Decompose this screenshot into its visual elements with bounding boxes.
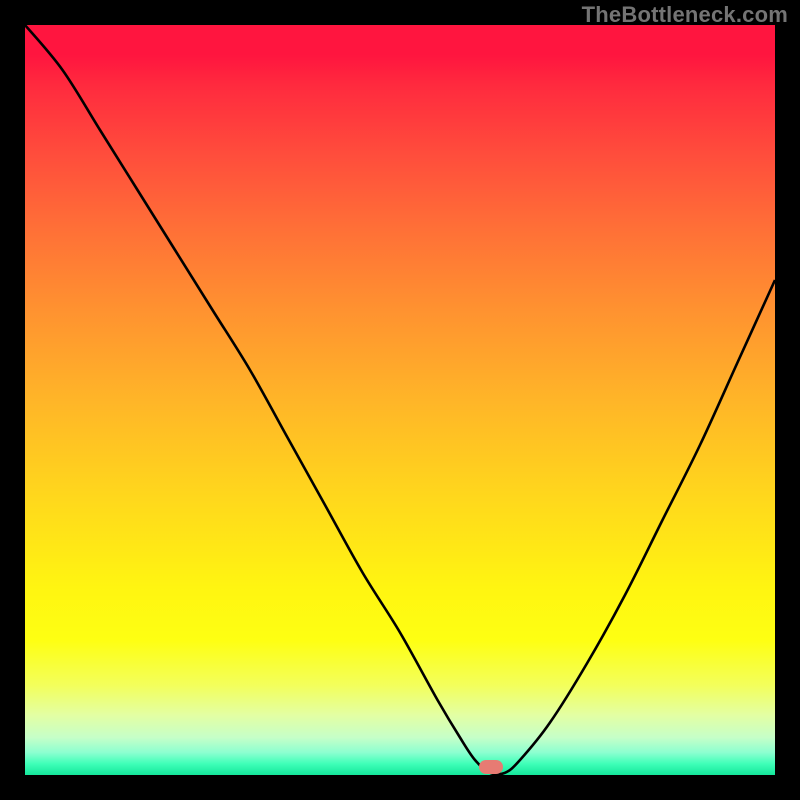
curve-path [25, 25, 775, 774]
bottleneck-curve [25, 25, 775, 775]
optimal-marker [479, 760, 503, 774]
outer-frame: TheBottleneck.com [0, 0, 800, 800]
plot-area [25, 25, 775, 775]
